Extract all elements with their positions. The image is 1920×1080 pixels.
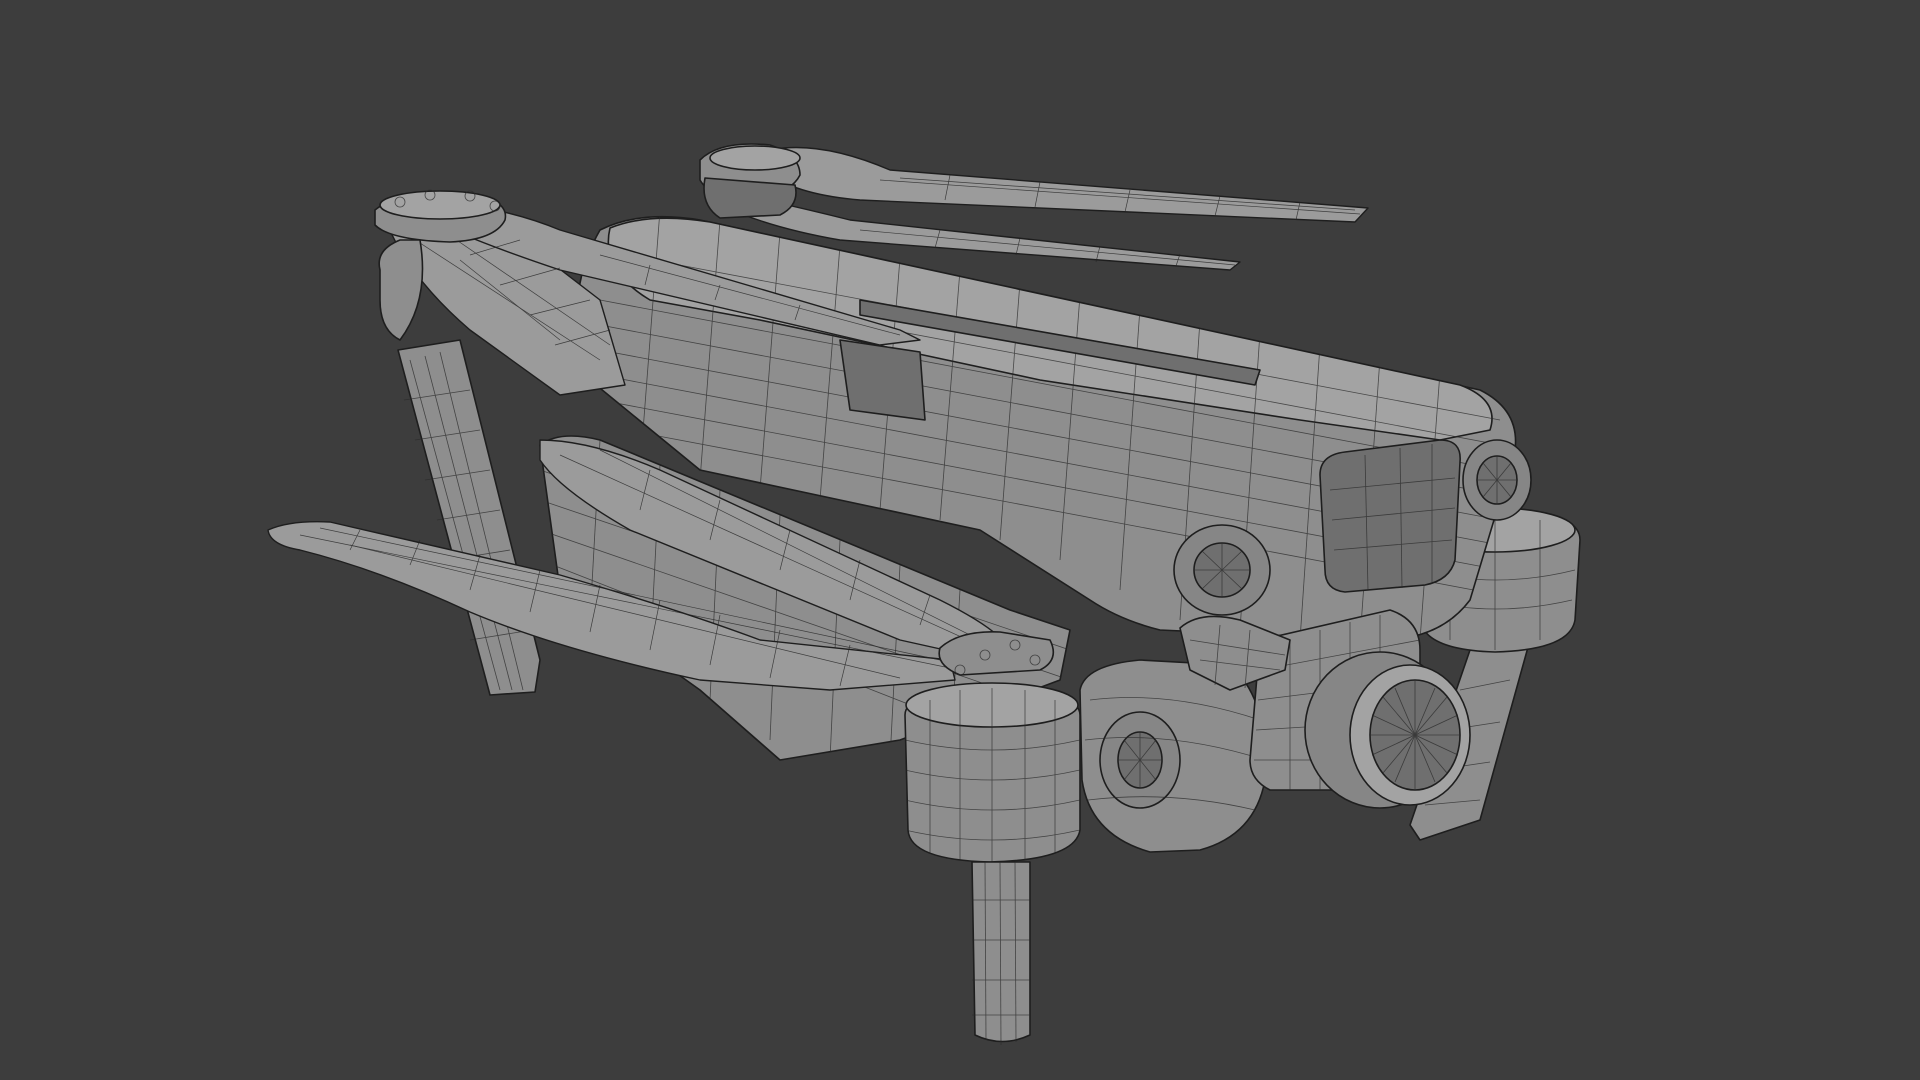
leg-rear-left — [397, 339, 541, 696]
gimbal — [1079, 659, 1267, 853]
obstacle-sensor-right — [1462, 439, 1532, 521]
front-sensor-window — [1319, 439, 1461, 593]
main-camera-lens — [1304, 651, 1471, 809]
obstacle-sensor-left — [1173, 524, 1271, 616]
leg-front-left — [971, 861, 1031, 1046]
motor-front-left — [904, 682, 1081, 863]
3d-viewport[interactable] — [0, 0, 1920, 1080]
drone-model — [267, 143, 1581, 1046]
